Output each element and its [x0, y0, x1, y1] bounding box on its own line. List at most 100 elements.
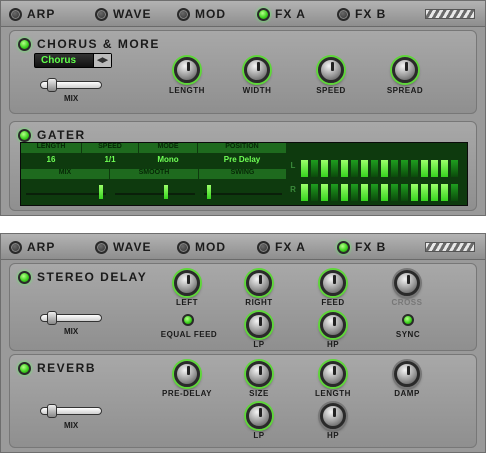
tab-fx-b[interactable]: FX B: [337, 6, 386, 22]
chorus-preset-dropdown[interactable]: Chorus ◀▶: [34, 53, 112, 68]
gater-step[interactable]: [401, 160, 408, 177]
chorus-spread-knob[interactable]: [392, 57, 418, 83]
knob-label: WIDTH: [242, 86, 272, 95]
gater-step[interactable]: [411, 160, 418, 177]
gater-step[interactable]: [381, 160, 388, 177]
delay-right-knob[interactable]: [246, 270, 272, 296]
tab-arp[interactable]: ARP: [9, 239, 55, 255]
equal-feed-toggle[interactable]: [182, 314, 194, 326]
chorus-section: CHORUS & MORE Chorus ◀▶ MIX LENGTH WIDTH …: [9, 30, 477, 114]
chorus-enable-led[interactable]: [18, 37, 31, 51]
gater-step[interactable]: [361, 184, 368, 201]
gater-step[interactable]: [311, 160, 318, 177]
knob-label: SPREAD: [386, 86, 424, 95]
slider-thumb[interactable]: [47, 311, 57, 325]
gater-swing-thumb[interactable]: [207, 185, 211, 199]
gater-smooth-track[interactable]: [115, 193, 195, 195]
reverb-length-knob[interactable]: [320, 361, 346, 387]
knob-label: LEFT: [176, 298, 198, 307]
tab-wave-led: [95, 240, 108, 254]
gater-step[interactable]: [431, 160, 438, 177]
stereo-delay-enable-led[interactable]: [18, 270, 31, 284]
chorus-speed-knob[interactable]: [318, 57, 344, 83]
gater-step[interactable]: [341, 184, 348, 201]
gater-header-position: POSITION: [198, 143, 286, 153]
tab-mod[interactable]: MOD: [177, 239, 226, 255]
gater-step[interactable]: [321, 160, 328, 177]
reverb-enable-led[interactable]: [18, 361, 31, 375]
delay-feed-knob[interactable]: [320, 270, 346, 296]
tab-mod[interactable]: MOD: [177, 6, 226, 22]
gater-enable-led[interactable]: [18, 128, 31, 142]
gater-step[interactable]: [361, 160, 368, 177]
reverb-predelay-knob[interactable]: [174, 361, 200, 387]
tab-fx-a[interactable]: FX A: [257, 6, 306, 22]
gater-swing-track[interactable]: [204, 193, 282, 195]
slider-thumb[interactable]: [47, 78, 57, 92]
gater-step[interactable]: [371, 160, 378, 177]
tab-fx-b[interactable]: FX B: [337, 239, 386, 255]
gater-step[interactable]: [391, 184, 398, 201]
gater-step[interactable]: [371, 184, 378, 201]
gater-step[interactable]: [421, 184, 428, 201]
gater-mix-thumb[interactable]: [99, 185, 103, 199]
gater-step[interactable]: [331, 160, 338, 177]
knob-label: PRE-DELAY: [162, 389, 212, 398]
gater-speed-value[interactable]: 1/1: [82, 155, 138, 164]
delay-lp-knob[interactable]: [246, 312, 272, 338]
delay-left-knob[interactable]: [174, 270, 200, 296]
gater-step[interactable]: [311, 184, 318, 201]
gater-display: LENGTH SPEED MODE POSITION 16 1/1 Mono P…: [20, 142, 468, 206]
tab-arp[interactable]: ARP: [9, 6, 55, 22]
gater-step[interactable]: [441, 160, 448, 177]
delay-mix-slider[interactable]: [40, 311, 102, 325]
slider-thumb[interactable]: [47, 404, 57, 418]
gater-step[interactable]: [351, 184, 358, 201]
gater-mode-value[interactable]: Mono: [139, 155, 197, 164]
gater-step[interactable]: [351, 160, 358, 177]
gater-length-value[interactable]: 16: [21, 155, 81, 164]
gater-step[interactable]: [431, 184, 438, 201]
chorus-mix-slider[interactable]: [40, 78, 102, 92]
chorus-length-knob[interactable]: [174, 57, 200, 83]
delay-cross-knob[interactable]: [394, 270, 420, 296]
gater-step[interactable]: [451, 184, 458, 201]
reverb-mix-slider[interactable]: [40, 404, 102, 418]
grip-decoration: [425, 242, 475, 252]
gater-step[interactable]: [341, 160, 348, 177]
gater-step[interactable]: [301, 184, 308, 201]
gater-header-mode: MODE: [139, 143, 197, 153]
chorus-width-knob[interactable]: [244, 57, 270, 83]
gater-step[interactable]: [381, 184, 388, 201]
gater-step[interactable]: [421, 160, 428, 177]
gater-position-value[interactable]: Pre Delay: [198, 155, 286, 164]
knob-label: LENGTH: [315, 389, 351, 398]
reverb-lp-knob[interactable]: [246, 403, 272, 429]
tab-wave[interactable]: WAVE: [95, 239, 151, 255]
tab-wave[interactable]: WAVE: [95, 6, 151, 22]
fx-a-panel: ARP WAVE MOD FX A FX B CHORUS & MORE Cho…: [0, 0, 486, 216]
knob-label: HP: [326, 431, 340, 440]
reverb-size-knob[interactable]: [246, 361, 272, 387]
gater-step[interactable]: [401, 184, 408, 201]
delay-hp-knob[interactable]: [320, 312, 346, 338]
knob-label: FEED: [321, 298, 345, 307]
tab-fx-a[interactable]: FX A: [257, 239, 306, 255]
reverb-damp-knob[interactable]: [394, 361, 420, 387]
gater-mix-track[interactable]: [26, 193, 106, 195]
reverb-hp-knob[interactable]: [320, 403, 346, 429]
tab-fx-a-led: [257, 7, 270, 21]
gater-step[interactable]: [391, 160, 398, 177]
gater-step[interactable]: [331, 184, 338, 201]
gater-step[interactable]: [321, 184, 328, 201]
preset-arrows-icon[interactable]: ◀▶: [93, 54, 111, 67]
gater-smooth-thumb[interactable]: [164, 185, 168, 199]
gater-step[interactable]: [301, 160, 308, 177]
fx-b-panel: ARP WAVE MOD FX A FX B STEREO DELAY MIX …: [0, 233, 486, 453]
sync-toggle[interactable]: [402, 314, 414, 326]
gater-step[interactable]: [441, 184, 448, 201]
knob-label: RIGHT: [245, 298, 273, 307]
tab-bar: ARP WAVE MOD FX A FX B: [1, 234, 485, 260]
gater-step[interactable]: [451, 160, 458, 177]
gater-step[interactable]: [411, 184, 418, 201]
